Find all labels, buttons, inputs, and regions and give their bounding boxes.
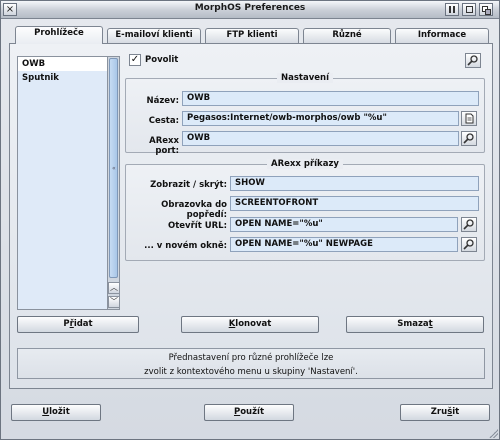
list-scrollbar[interactable]: « xyxy=(108,56,120,310)
path-field[interactable]: Pegasos:Internet/owb-morphos/owb "%u" xyxy=(182,111,459,126)
show-hide-label: Zobrazit / skrýt: xyxy=(150,180,227,190)
save-button[interactable]: Uložit xyxy=(11,404,101,421)
list-item[interactable]: Sputnik xyxy=(18,71,107,85)
settings-group-title: Nastavení xyxy=(277,73,333,83)
info-line-2: zvolit z kontextového menu u skupiny 'Na… xyxy=(144,367,358,377)
scroll-down-button[interactable]: ﹀ xyxy=(108,296,120,308)
add-button[interactable]: Přidat xyxy=(17,316,139,333)
search-button[interactable] xyxy=(465,53,481,68)
resize-grip-icon[interactable] xyxy=(489,429,498,438)
use-button[interactable]: Použít xyxy=(204,404,294,421)
zoom-button[interactable] xyxy=(462,3,476,16)
open-url-search-button[interactable] xyxy=(461,217,477,232)
screen-to-front-field[interactable]: SCREENTOFRONT xyxy=(230,196,479,211)
path-label: Cesta: xyxy=(148,116,179,126)
list-item[interactable]: OWB xyxy=(18,57,107,71)
screen-to-front-label: Obrazovka do popředí: xyxy=(161,200,227,220)
scroll-up-button[interactable]: ︿ xyxy=(108,282,120,294)
arexx-group-title: ARexx příkazy xyxy=(267,159,343,169)
tab-email-clients[interactable]: E-mailoví klienti xyxy=(107,28,201,43)
cancel-button[interactable]: Zrušit xyxy=(400,404,490,421)
name-field[interactable]: OWB xyxy=(182,91,479,106)
magnifier-icon xyxy=(463,239,474,250)
enable-label: Povolit xyxy=(145,55,179,65)
info-line-1: Přednastavení pro různé prohlížeče lze xyxy=(168,353,334,363)
name-label: Název: xyxy=(146,96,179,106)
grip-icon: « xyxy=(112,165,116,172)
open-url-label: Otevřít URL: xyxy=(168,221,227,231)
new-window-search-button[interactable] xyxy=(461,237,477,252)
tab-info[interactable]: Informace xyxy=(395,28,489,43)
tab-misc[interactable]: Různé xyxy=(303,28,391,43)
new-window-label: ... v novém okně: xyxy=(144,241,227,251)
arexx-port-search-button[interactable] xyxy=(461,131,477,146)
info-text-box: Přednastavení pro různé prohlížeče lze z… xyxy=(17,348,485,379)
arexx-port-label: ARexx port: xyxy=(149,136,179,156)
arexx-port-field[interactable]: OWB xyxy=(182,131,459,146)
browser-list[interactable]: OWB Sputnik xyxy=(17,56,108,310)
preferences-window: × MorphOS Preferences Prohlížeče E-mailo… xyxy=(0,0,500,440)
tab-browsers[interactable]: Prohlížeče xyxy=(15,26,103,44)
delete-button[interactable]: Smazat xyxy=(346,316,484,333)
file-picker-button[interactable] xyxy=(461,111,477,126)
show-hide-field[interactable]: SHOW xyxy=(230,176,479,191)
tab-ftp-clients[interactable]: FTP klienti xyxy=(205,28,299,43)
titlebar[interactable]: × MorphOS Preferences xyxy=(1,1,499,19)
file-icon xyxy=(465,113,474,124)
open-url-field[interactable]: OPEN NAME="%u" xyxy=(230,217,458,232)
enable-checkbox[interactable]: ✓ xyxy=(129,54,141,66)
magnifier-icon xyxy=(463,133,474,144)
window-title: MorphOS Preferences xyxy=(194,3,306,13)
clone-button[interactable]: Klonovat xyxy=(181,316,319,333)
magnifier-icon xyxy=(463,219,474,230)
new-window-field[interactable]: OPEN NAME="%u" NEWPAGE xyxy=(230,237,458,252)
depth-button[interactable] xyxy=(479,3,493,16)
scrollbar-thumb[interactable]: « xyxy=(109,58,118,278)
magnifier-icon xyxy=(467,55,478,66)
iconify-button[interactable] xyxy=(445,3,459,16)
